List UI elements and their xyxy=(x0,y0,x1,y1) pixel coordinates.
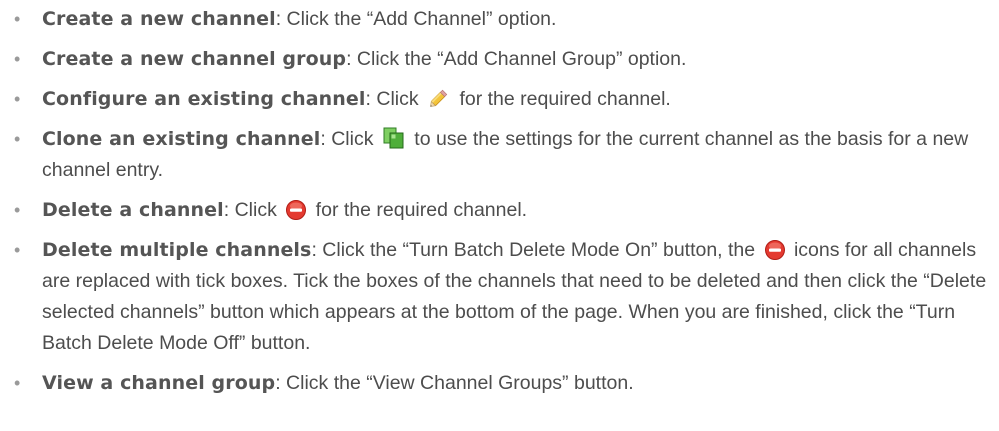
list-item-create-channel-group: • Create a new channel group: Click the … xyxy=(14,44,989,75)
bullet: • xyxy=(14,49,21,69)
list-item-delete-channel: • Delete a channel: Click for the requir… xyxy=(14,195,989,226)
item-text-before: Click xyxy=(325,128,379,150)
list-item-view-channel-group: • View a channel group: Click the “View … xyxy=(14,368,989,399)
bullet: • xyxy=(14,240,21,260)
instruction-list: • Create a new channel: Click the “Add C… xyxy=(14,0,989,408)
item-term: Create a new channel group xyxy=(42,48,347,70)
item-text-after: for the required channel. xyxy=(310,199,528,221)
item-term: Delete multiple channels xyxy=(42,239,312,261)
item-text-before: Click the “Turn Batch Delete Mode On” bu… xyxy=(316,239,761,261)
item-term: View a channel group xyxy=(42,372,276,394)
list-item-create-channel: • Create a new channel: Click the “Add C… xyxy=(14,4,989,35)
clone-icon xyxy=(382,126,406,150)
item-term: Configure an existing channel xyxy=(42,88,366,110)
bullet: • xyxy=(14,373,21,393)
item-term: Delete a channel xyxy=(42,199,224,221)
item-text-before: Click xyxy=(229,199,283,221)
item-text-before: Click xyxy=(370,88,425,110)
item-text-after: for the required channel. xyxy=(454,88,671,110)
item-text: Click the “Add Channel” option. xyxy=(281,8,557,30)
bullet: • xyxy=(14,129,21,149)
bullet: • xyxy=(14,200,21,220)
list-item-clone-channel: • Clone an existing channel: Click to us… xyxy=(14,124,989,186)
item-text: Click the “Add Channel Group” option. xyxy=(351,48,687,70)
bullet: • xyxy=(14,9,21,29)
delete-icon xyxy=(764,239,786,261)
delete-icon xyxy=(285,199,307,221)
item-term: Clone an existing channel xyxy=(42,128,321,150)
item-term: Create a new channel xyxy=(42,8,276,30)
pencil-icon xyxy=(427,86,451,110)
list-item-configure-channel: • Configure an existing channel: Click f… xyxy=(14,84,989,115)
bullet: • xyxy=(14,89,21,109)
list-item-delete-multiple-channels: • Delete multiple channels: Click the “T… xyxy=(14,235,989,359)
item-text: Click the “View Channel Groups” button. xyxy=(280,372,634,394)
